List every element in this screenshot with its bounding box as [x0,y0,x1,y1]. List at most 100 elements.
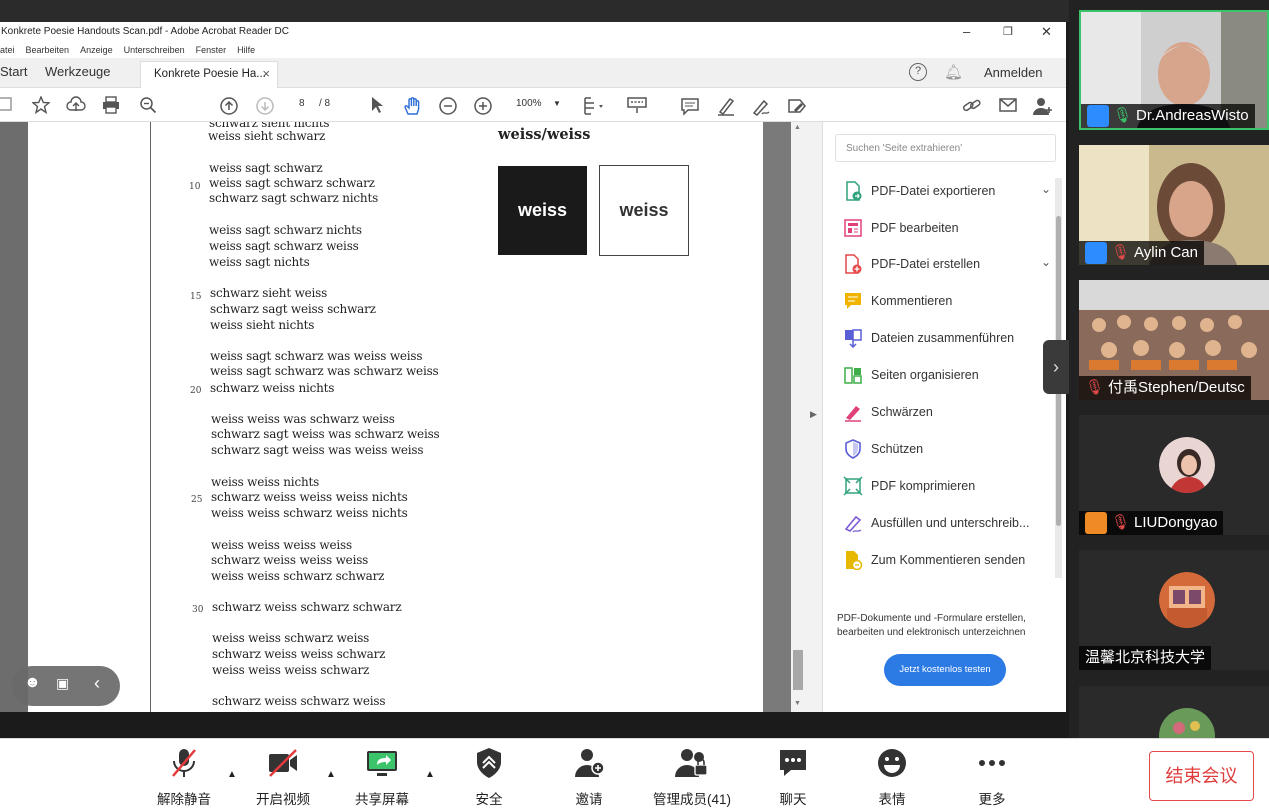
participant-tile[interactable]: 🎙︎ Dr.AndreasWisto [1079,10,1269,130]
help-icon[interactable]: ? [909,63,927,81]
page-fit-icon[interactable] [582,94,604,116]
tab-close-icon[interactable]: × [262,66,270,81]
poem-line: schwarz weiss nichts [210,381,335,395]
collapse-left-icon[interactable]: ‹ [94,673,100,694]
email-icon[interactable] [997,94,1019,116]
line-number: 20 [190,386,202,396]
star-icon[interactable] [30,94,52,116]
tools-search-input[interactable]: Suchen 'Seite extrahieren' [835,134,1056,162]
tool-organize-pages[interactable]: Seiten organisieren [843,361,1043,391]
tool-fill-sign[interactable]: Ausfüllen und unterschreib... [843,509,1043,539]
tool-create-pdf[interactable]: PDF-Datei erstellen ⌄ [843,250,1051,280]
tool-combine-files[interactable]: Dateien zusammenführen [843,324,1043,354]
share-screen-button[interactable]: 共享屏幕 [342,747,422,808]
tool-comment[interactable]: Kommentieren [843,287,1043,317]
page-number-input[interactable]: 8 [299,98,305,109]
document-view[interactable]: 10 15 20 25 30 schwarz sieht nichts weis… [0,122,822,712]
free-trial-button[interactable]: Jetzt kostenlos testen [884,654,1006,686]
menu-edit[interactable]: Bearbeiten [26,45,70,55]
tool-send-for-comment[interactable]: Zum Kommentieren senden [843,546,1043,576]
document-scrollbar[interactable]: ▲ ▼ [791,122,805,712]
close-icon[interactable]: ✕ [1041,24,1052,40]
participant-tile[interactable]: 温馨北京科技大学 [1079,550,1269,670]
security-button[interactable]: 安全 [449,747,529,808]
tab-document[interactable]: Konkrete Poesie Ha... × [140,61,278,88]
bell-icon[interactable]: 🔔︎ [944,63,963,81]
link-icon[interactable] [961,94,983,116]
start-video-button[interactable]: 开启视频 [243,747,323,808]
tool-label: Zum Kommentieren senden [871,553,1026,567]
avatar [1159,708,1215,738]
tool-edit-pdf[interactable]: PDF bearbeiten [843,214,1043,244]
restore-icon[interactable]: ❐ [1003,25,1013,38]
chat-button[interactable]: 聊天 [753,747,833,808]
chevron-down-icon[interactable]: ⌄ [1041,182,1051,196]
participant-name-tag: 🎙︎ LIUDongyao [1079,511,1224,535]
menu-sign[interactable]: Unterschreiben [124,45,185,55]
page-up-icon[interactable] [218,94,240,116]
end-meeting-button[interactable]: 结束会议 [1149,751,1254,801]
tab-tools[interactable]: Werkzeuge [45,64,111,79]
zoom-in-icon[interactable] [472,94,494,116]
select-cursor-icon[interactable] [366,94,388,116]
sign-pen-icon[interactable] [750,94,772,116]
edit-tag-icon[interactable] [786,94,808,116]
pane-toggle[interactable]: ▶ [805,122,822,712]
scroll-down-icon[interactable]: ▼ [794,700,801,707]
hand-tool-icon[interactable] [401,94,423,116]
menu-file[interactable]: atei [0,45,15,55]
tool-label: Dateien zusammenführen [871,331,1015,345]
participant-tile[interactable]: 🎙︎ 付禹Stephen/Deutsc [1079,280,1269,400]
print-icon[interactable] [100,94,122,116]
zoom-level-select[interactable]: 100% [516,98,542,109]
pane-expand-icon[interactable]: ▶ [810,409,817,420]
participant-tile[interactable]: 🎙︎ LIUDongyao [1079,415,1269,535]
menu-help[interactable]: Hilfe [237,45,255,55]
cloud-upload-icon[interactable] [65,94,87,116]
tab-start[interactable]: Start [0,64,27,79]
zoom-chevron-down-icon[interactable]: ▼ [553,99,561,108]
emoji-icon[interactable]: ☻ [24,674,41,692]
save-icon[interactable] [0,94,16,116]
invite-button[interactable]: 邀请 [549,747,629,808]
minimize-icon[interactable]: – [963,24,970,39]
signin-button[interactable]: Anmelden [984,65,1043,80]
poem-line: weiss sieht nichts [210,318,315,332]
participant-name-tag: 🎙︎ Dr.AndreasWisto [1081,104,1255,128]
zoom-out-icon[interactable] [437,94,459,116]
share-options-caret-icon[interactable]: ▲ [425,769,435,780]
tool-protect[interactable]: Schützen [843,435,1043,465]
menu-window[interactable]: Fenster [196,45,227,55]
keyboard-icon[interactable] [626,94,648,116]
highlight-pen-icon[interactable] [715,94,737,116]
participant-name-tag: 🎙︎ 付禹Stephen/Deutsc [1079,376,1251,400]
participant-tile[interactable] [1079,686,1269,738]
tool-export-pdf[interactable]: PDF-Datei exportieren ⌄ [843,177,1051,207]
zoom-search-icon[interactable] [137,94,159,116]
chevron-down-icon[interactable]: ⌄ [1041,255,1051,269]
menu-view[interactable]: Anzeige [80,45,113,55]
tool-label: Schwärzen [871,405,933,419]
video-options-caret-icon[interactable]: ▲ [326,769,336,780]
comment-tool-icon[interactable] [679,94,701,116]
reactions-button[interactable]: 表情 [852,747,932,808]
scrollbar-thumb[interactable] [793,650,803,690]
page-down-icon[interactable] [254,94,276,116]
tool-redact[interactable]: Schwärzen [843,398,1043,428]
unmute-button[interactable]: 解除静音 [144,747,224,808]
add-user-icon[interactable] [1032,94,1054,116]
chat-bubble-icon[interactable]: ▣ [56,675,69,692]
promo-text: PDF-Dokumente und -Formulare erstellen, … [837,613,1026,638]
redact-icon [845,406,861,422]
mic-muted-icon: 🎙︎ [1111,244,1131,261]
participant-tile[interactable]: 🎙︎ Aylin Can [1079,145,1269,265]
gallery-next-arrow[interactable]: › [1043,340,1069,394]
shield-icon [477,748,501,778]
manage-participants-button[interactable]: 管理成员(41) [652,747,732,808]
top-strip [0,0,1069,22]
scroll-up-icon[interactable]: ▲ [794,124,801,131]
more-button[interactable]: 更多 [952,747,1032,808]
audio-options-caret-icon[interactable]: ▲ [227,769,237,780]
mic-muted-icon: 🎙︎ [1111,514,1131,531]
tool-compress-pdf[interactable]: PDF komprimieren [843,472,1043,502]
